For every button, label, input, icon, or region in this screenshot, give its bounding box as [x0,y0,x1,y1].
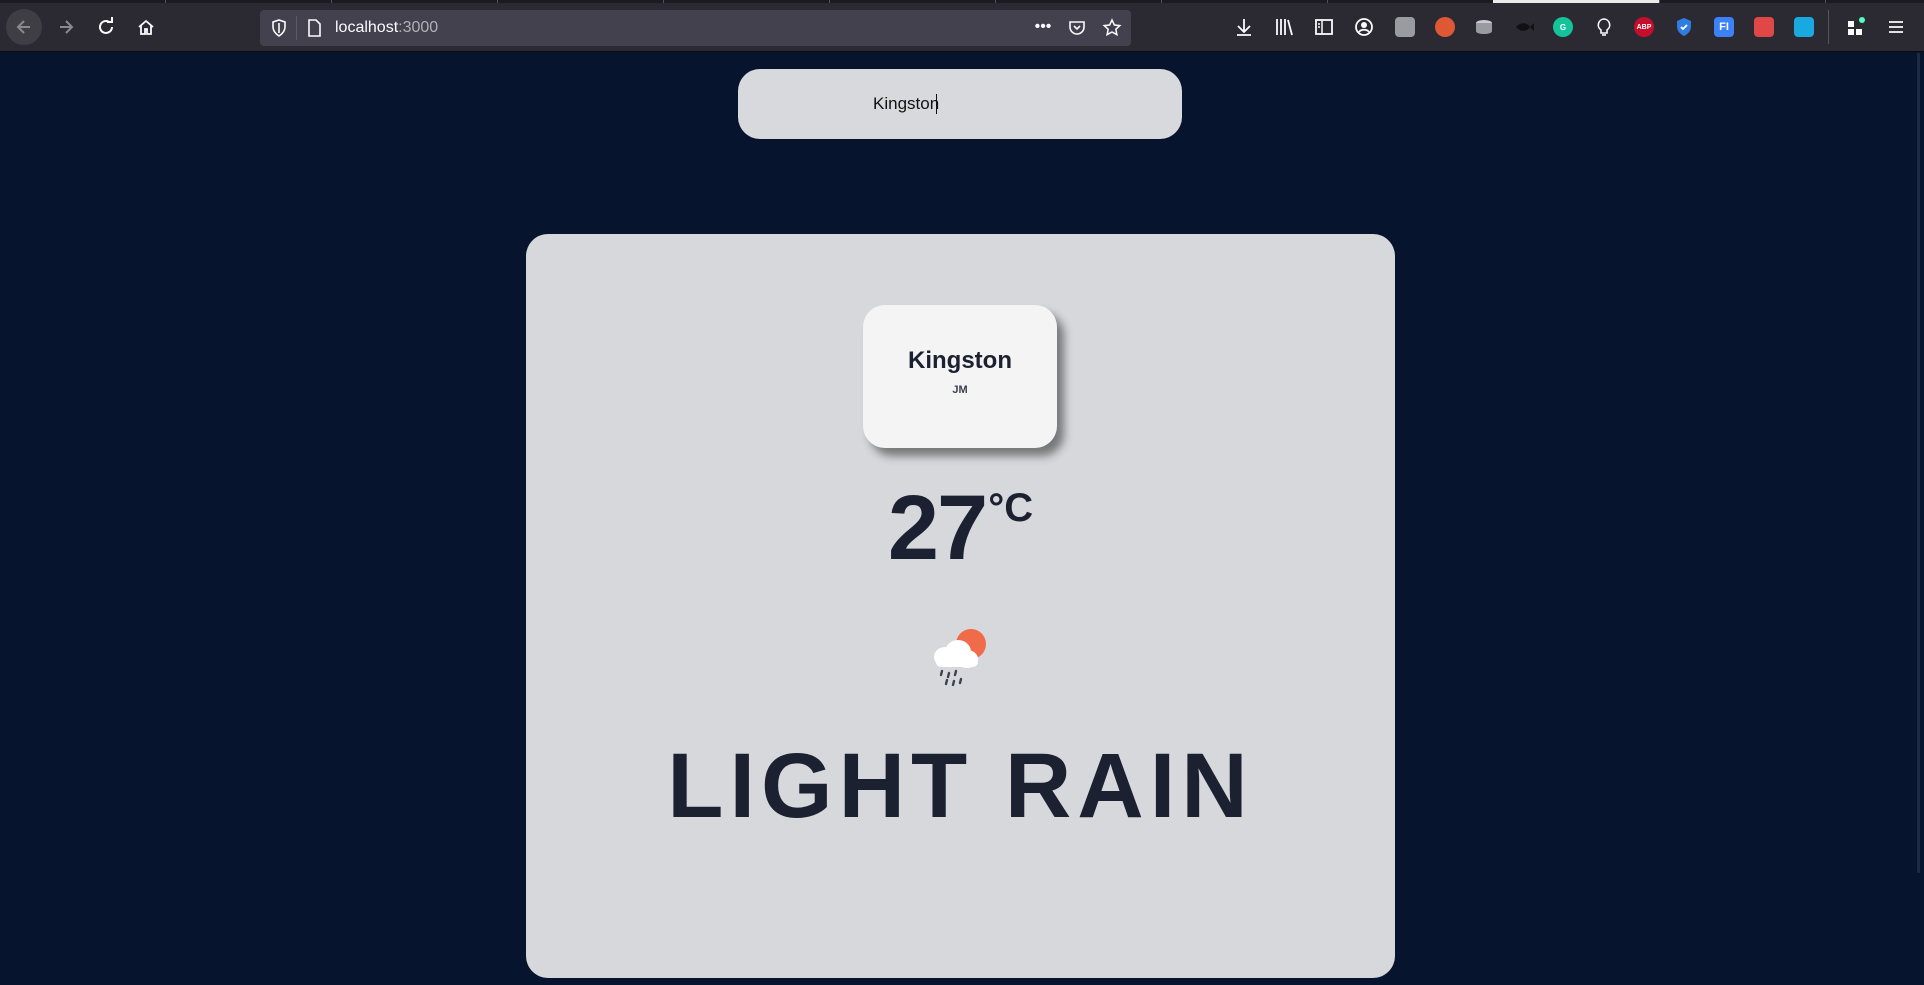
arrow-right-icon [60,20,74,34]
account-icon[interactable] [1353,16,1375,38]
pocket-icon[interactable] [1067,18,1087,38]
duckduckgo-icon[interactable] [1435,17,1455,37]
back-button[interactable] [6,9,42,45]
database-icon[interactable] [1473,16,1495,38]
bookmark-star-icon[interactable] [1102,18,1122,38]
temperature-unit: °C [988,486,1034,530]
hamburger-menu-icon[interactable] [1885,16,1907,38]
url-text[interactable]: localhost:3000 [335,18,438,38]
light-rain-icon [934,629,986,686]
temperature: 27°C [526,482,1395,574]
puzzle-icon[interactable] [1754,17,1774,37]
library-icon[interactable] [1273,16,1295,38]
extensions-menu-icon[interactable] [1845,16,1867,38]
tab-strip [0,0,1924,3]
location-box: Kingston JM [863,305,1057,448]
page-info-icon[interactable] [304,18,324,38]
browser-toolbar: localhost:3000 ••• G ABP FI [0,0,1924,52]
home-button[interactable] [128,9,164,45]
page-actions-button[interactable]: ••• [1030,18,1056,38]
extension-icon[interactable] [1395,17,1415,37]
adblock-icon[interactable]: ABP [1634,17,1654,37]
tracking-protection-icon[interactable] [269,18,289,38]
reload-button[interactable] [88,9,124,45]
reload-icon [99,17,113,34]
sidebar-icon[interactable] [1313,16,1335,38]
active-tab-indicator[interactable] [1493,0,1659,3]
weather-description: LIGHT RAIN [667,735,1254,837]
weather-card: Kingston JM 27°C LIGHT RAIN [526,234,1395,978]
fish-icon[interactable] [1513,16,1535,38]
lightbulb-icon[interactable] [1593,16,1615,38]
address-bar[interactable]: localhost:3000 ••• [260,10,1131,46]
shield-icon[interactable] [1673,16,1695,38]
arrow-left-icon [16,20,30,34]
country-code: JM [952,384,968,396]
downloads-icon[interactable] [1233,16,1255,38]
home-icon [138,19,154,35]
fi-icon[interactable]: FI [1714,17,1734,37]
page-scrollbar[interactable] [1917,53,1920,873]
grammarly-icon[interactable]: G [1553,17,1573,37]
forward-button[interactable] [48,9,84,45]
city-name: Kingston [908,347,1012,374]
temperature-value: 27 [887,477,988,579]
search-box[interactable] [738,69,1182,139]
city-search-input[interactable] [738,69,1182,139]
text-caret [936,94,937,114]
capture-icon[interactable] [1794,17,1814,37]
